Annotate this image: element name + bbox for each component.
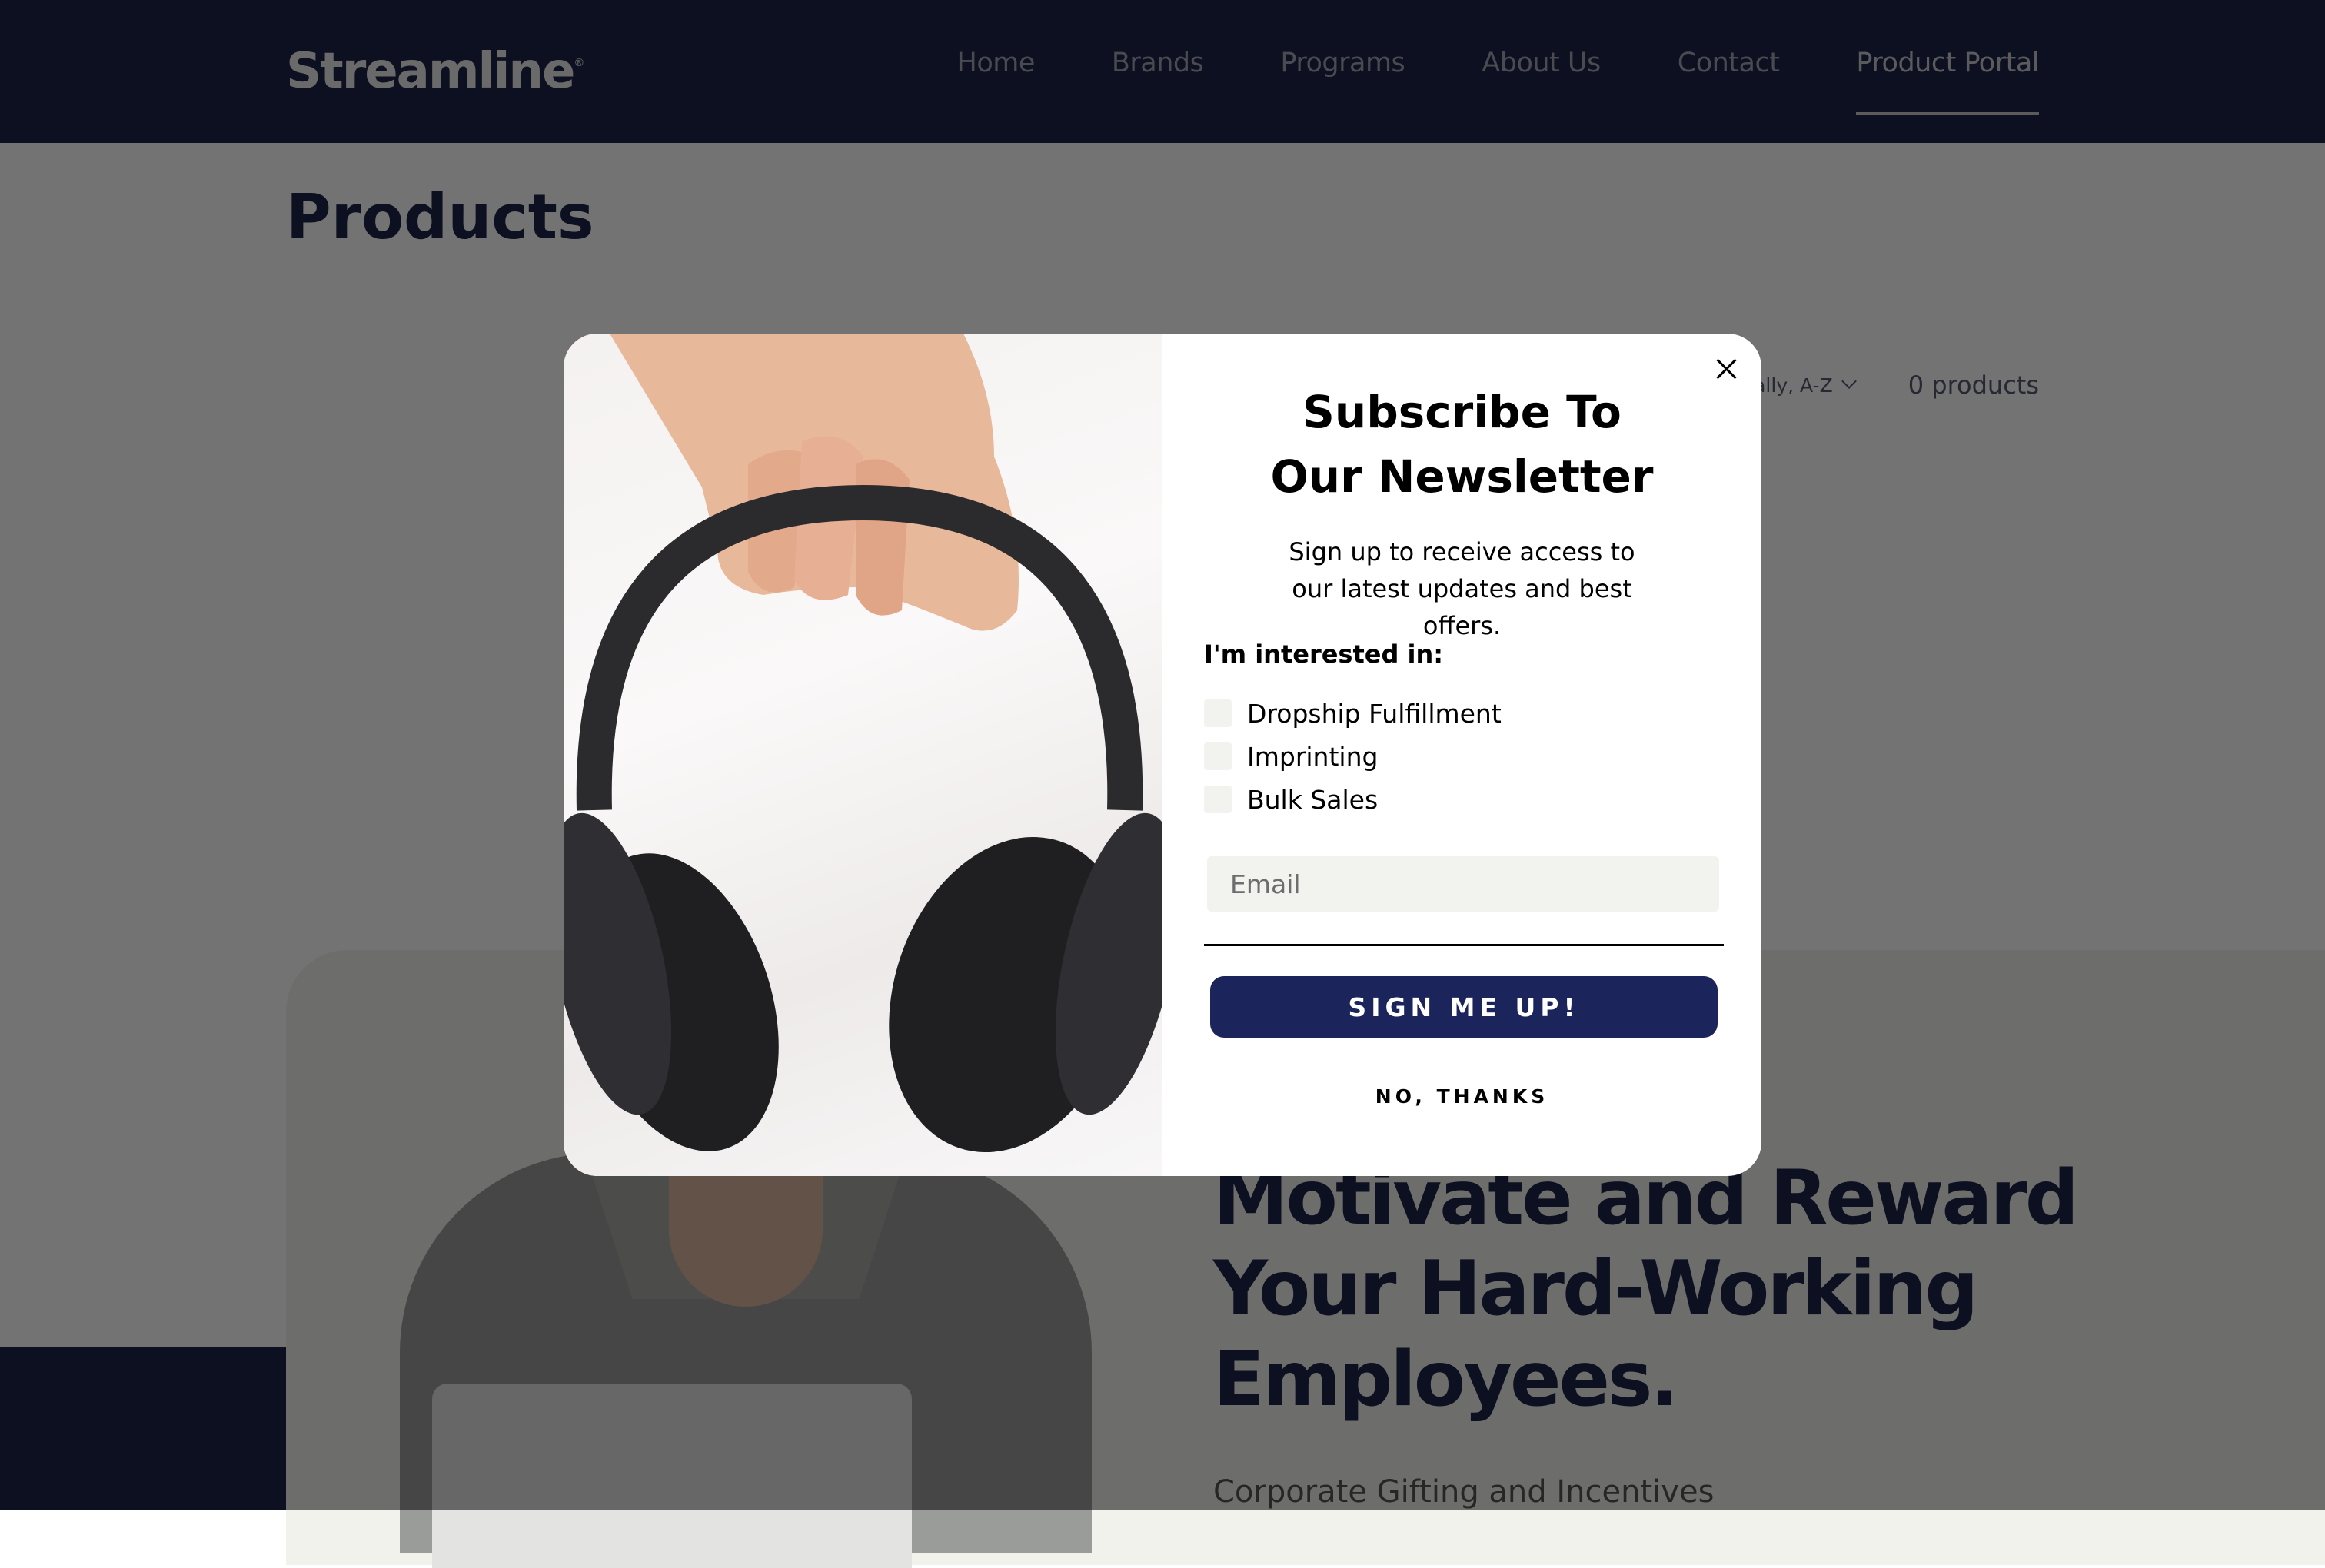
interest-label: I'm interested in: (1204, 639, 1444, 669)
headphones-image (564, 334, 1162, 1176)
email-input[interactable] (1207, 856, 1719, 912)
modal-title: Subscribe To Our Newsletter (1270, 386, 1654, 503)
newsletter-modal: Subscribe To Our Newsletter Sign up to r… (564, 334, 1761, 1176)
option-label: Dropship Fulfillment (1247, 698, 1502, 729)
checkbox[interactable] (1204, 699, 1232, 727)
headphones-illustration (564, 334, 1162, 1153)
checkbox[interactable] (1204, 742, 1232, 770)
interest-options: Dropship Fulfillment Imprinting Bulk Sal… (1204, 692, 1502, 821)
option-dropship-fulfillment[interactable]: Dropship Fulfillment (1204, 692, 1502, 735)
no-thanks-link[interactable]: NO, THANKS (1162, 1085, 1761, 1108)
option-bulk-sales[interactable]: Bulk Sales (1204, 778, 1502, 821)
finger-3 (856, 459, 910, 616)
option-imprinting[interactable]: Imprinting (1204, 735, 1502, 778)
form-divider (1204, 944, 1724, 946)
checkbox[interactable] (1204, 786, 1232, 813)
option-label: Imprinting (1247, 741, 1379, 772)
option-label: Bulk Sales (1247, 784, 1379, 815)
close-icon[interactable] (1712, 355, 1740, 383)
sign-me-up-button[interactable]: SIGN ME UP! (1210, 976, 1718, 1038)
newsletter-form: Subscribe To Our Newsletter Sign up to r… (1162, 334, 1761, 1176)
modal-description: Sign up to receive access to our latest … (1289, 537, 1635, 640)
